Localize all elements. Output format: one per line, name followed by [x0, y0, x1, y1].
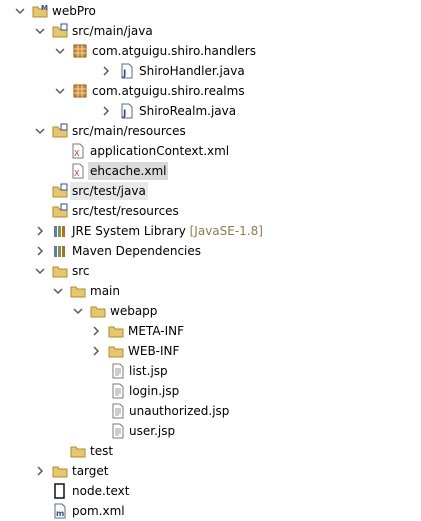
tree-node-label: test — [90, 444, 114, 458]
tree-node-label: login.jsp — [129, 384, 180, 398]
tree-node-unauthorized-jsp[interactable]: unauthorized.jsp — [0, 401, 421, 421]
java-file-icon — [119, 63, 135, 79]
tree-node-label: node.text — [72, 484, 130, 498]
chevron-right-icon[interactable] — [90, 345, 102, 357]
tree-node-package-handlers[interactable]: com.atguigu.shiro.handlers — [0, 41, 421, 61]
chevron-down-icon[interactable] — [54, 85, 66, 97]
source-folder-icon — [52, 183, 68, 199]
folder-icon — [108, 323, 124, 339]
chevron-down-icon[interactable] — [34, 265, 46, 277]
tree-node-src-main-java[interactable]: src/main/java — [0, 21, 421, 41]
tree-node-src-test-java[interactable]: src/test/java — [0, 181, 421, 201]
tree-node-label: main — [90, 284, 120, 298]
tree-node-login-jsp[interactable]: login.jsp — [0, 381, 421, 401]
folder-icon — [90, 303, 106, 319]
chevron-right-icon[interactable] — [34, 225, 46, 237]
tree-node-src[interactable]: src — [0, 261, 421, 281]
tree-node-label: user.jsp — [129, 424, 176, 438]
tree-node-src-main-resources[interactable]: src/main/resources — [0, 121, 421, 141]
tree-node-maven-dependencies[interactable]: Maven Dependencies — [0, 241, 421, 261]
tree-node-applicationcontext-xml[interactable]: applicationContext.xml — [0, 141, 421, 161]
tree-node-label: webPro — [52, 4, 96, 18]
chevron-right-icon[interactable] — [100, 105, 112, 117]
tree-node-test[interactable]: test — [0, 441, 421, 461]
maven-project-icon — [32, 3, 48, 19]
xml-file-icon — [70, 163, 86, 179]
tree-node-target[interactable]: target — [0, 461, 421, 481]
source-folder-icon — [52, 203, 68, 219]
tree-node-label: webapp — [110, 304, 158, 318]
tree-node-pom-xml[interactable]: pom.xml — [0, 501, 421, 521]
folder-icon — [52, 263, 68, 279]
folder-icon — [70, 443, 86, 459]
library-icon — [52, 243, 68, 259]
tree-node-label: src/main/java — [72, 24, 153, 38]
folder-icon — [70, 283, 86, 299]
jsp-file-icon — [110, 403, 126, 419]
chevron-down-icon[interactable] — [72, 305, 84, 317]
tree-node-label: pom.xml — [72, 504, 125, 518]
tree-node-label: src — [72, 264, 90, 278]
chevron-down-icon[interactable] — [34, 25, 46, 37]
folder-icon — [52, 463, 68, 479]
text-file-icon — [52, 483, 68, 499]
chevron-down-icon[interactable] — [52, 285, 64, 297]
jsp-file-icon — [110, 363, 126, 379]
tree-node-ehcache-xml[interactable]: ehcache.xml — [0, 161, 421, 181]
tree-node-meta-inf[interactable]: META-INF — [0, 321, 421, 341]
source-folder-icon — [52, 23, 68, 39]
xml-file-icon — [70, 143, 86, 159]
chevron-down-icon[interactable] — [54, 45, 66, 57]
tree-node-list-jsp[interactable]: list.jsp — [0, 361, 421, 381]
tree-node-label: JRE System Library [JavaSE-1.8] — [70, 222, 265, 240]
chevron-down-icon[interactable] — [14, 5, 26, 17]
tree-node-package-realms[interactable]: com.atguigu.shiro.realms — [0, 81, 421, 101]
chevron-down-icon[interactable] — [34, 125, 46, 137]
tree-node-node-text[interactable]: node.text — [0, 481, 421, 501]
tree-node-user-jsp[interactable]: user.jsp — [0, 421, 421, 441]
tree-node-jre-system-library[interactable]: JRE System Library [JavaSE-1.8] — [0, 221, 421, 241]
chevron-right-icon[interactable] — [34, 465, 46, 477]
tree-node-label: com.atguigu.shiro.handlers — [92, 44, 256, 58]
tree-node-label: src/test/resources — [72, 204, 179, 218]
java-file-icon — [119, 103, 135, 119]
chevron-right-icon[interactable] — [34, 245, 46, 257]
tree-node-label: ShiroHandler.java — [139, 64, 245, 78]
tree-node-web-inf[interactable]: WEB-INF — [0, 341, 421, 361]
tree-node-label: ehcache.xml — [88, 162, 169, 180]
tree-node-label: ShiroRealm.java — [139, 104, 237, 118]
tree-node-shirorealm-java[interactable]: ShiroRealm.java — [0, 101, 421, 121]
library-name: JRE System Library — [72, 224, 186, 238]
tree-node-main[interactable]: main — [0, 281, 421, 301]
tree-node-label: META-INF — [128, 324, 185, 338]
maven-pom-icon — [52, 503, 68, 519]
jsp-file-icon — [110, 383, 126, 399]
tree-node-shirohandler-java[interactable]: ShiroHandler.java — [0, 61, 421, 81]
jsp-file-icon — [110, 423, 126, 439]
folder-icon — [108, 343, 124, 359]
tree-node-webpro[interactable]: webPro — [0, 1, 421, 21]
tree-node-label: target — [72, 464, 109, 478]
package-icon — [72, 83, 88, 99]
project-explorer-tree: webPro src/main/java com.atguigu.shiro.h… — [0, 0, 421, 521]
jre-version-decoration: [JavaSE-1.8] — [189, 224, 263, 238]
tree-node-label: src/main/resources — [72, 124, 186, 138]
tree-node-label: Maven Dependencies — [72, 244, 202, 258]
tree-node-label: list.jsp — [129, 364, 168, 378]
tree-node-src-test-resources[interactable]: src/test/resources — [0, 201, 421, 221]
chevron-right-icon[interactable] — [90, 325, 102, 337]
tree-node-label: com.atguigu.shiro.realms — [92, 84, 245, 98]
source-folder-icon — [52, 123, 68, 139]
tree-node-webapp[interactable]: webapp — [0, 301, 421, 321]
tree-node-label: src/test/java — [70, 182, 148, 200]
tree-node-label: unauthorized.jsp — [129, 404, 230, 418]
chevron-right-icon[interactable] — [100, 65, 112, 77]
tree-node-label: applicationContext.xml — [90, 144, 230, 158]
library-icon — [52, 223, 68, 239]
package-icon — [72, 43, 88, 59]
tree-node-label: WEB-INF — [128, 344, 180, 358]
